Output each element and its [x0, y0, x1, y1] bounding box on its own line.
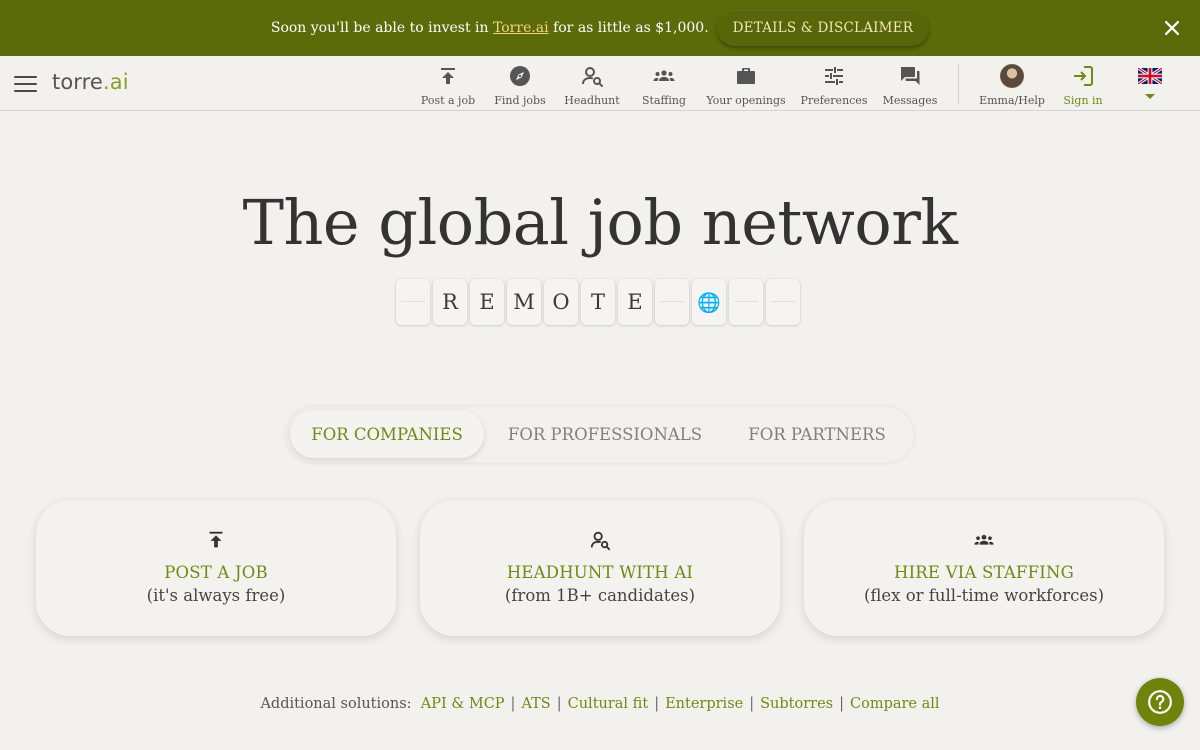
- letter-tile: O: [544, 279, 578, 325]
- person-search-icon: [582, 67, 603, 87]
- letter-tile: R: [433, 279, 467, 325]
- globe-tile: 🌐: [692, 279, 726, 325]
- tab-for-professionals[interactable]: FOR PROFESSIONALS: [500, 410, 710, 458]
- card-title: HEADHUNT WITH AI: [506, 563, 694, 582]
- letter-tile: [396, 279, 430, 325]
- nav-label: Messages: [882, 94, 938, 107]
- nav-messages[interactable]: Messages: [882, 56, 938, 111]
- link-ats[interactable]: ATS: [521, 696, 550, 712]
- tab-for-partners[interactable]: FOR PARTNERS: [725, 410, 909, 458]
- top-navigation: torre.ai Post a job Find jobs Headhunt S…: [0, 56, 1200, 111]
- uk-flag-icon: [1138, 68, 1162, 84]
- letter-tile: [729, 279, 763, 325]
- letter-tile: [655, 279, 689, 325]
- menu-icon[interactable]: [14, 76, 37, 92]
- help-button[interactable]: [1136, 678, 1184, 726]
- link-cultural-fit[interactable]: Cultural fit: [568, 696, 649, 712]
- remote-tiles: R E M O T E 🌐: [396, 279, 800, 325]
- headhunt-card[interactable]: HEADHUNT WITH AI (from 1B+ candidates): [420, 500, 780, 636]
- tab-for-companies[interactable]: FOR COMPANIES: [290, 410, 484, 458]
- nav-preferences[interactable]: Preferences: [800, 56, 868, 111]
- nav-staffing[interactable]: Staffing: [640, 56, 688, 111]
- nav-divider: [958, 64, 959, 104]
- additional-solutions: Additional solutions: API & MCP | ATS | Cult…: [0, 696, 1200, 712]
- logo-suffix: .ai: [102, 70, 129, 94]
- separator: |: [654, 696, 660, 712]
- chevron-down-icon: [1145, 94, 1155, 99]
- audience-tabs: FOR COMPANIES FOR PROFESSIONALS FOR PART…: [285, 405, 915, 463]
- chat-icon: [901, 67, 920, 85]
- nav-find-jobs[interactable]: Find jobs: [494, 56, 546, 111]
- post-job-card[interactable]: POST A JOB (it's always free): [36, 500, 396, 636]
- language-selector[interactable]: [1136, 56, 1164, 111]
- banner-text: Soon you'll be able to invest in Torre.a…: [271, 20, 709, 36]
- person-search-icon: [590, 531, 611, 551]
- letter-tile: [766, 279, 800, 325]
- letter-tile: E: [618, 279, 652, 325]
- globe-icon: 🌐: [697, 291, 721, 314]
- card-subtitle: (flex or full-time workforces): [863, 586, 1105, 605]
- hero-title: The global job network: [242, 186, 958, 259]
- card-subtitle: (it's always free): [146, 586, 286, 605]
- card-subtitle: (from 1B+ candidates): [504, 586, 696, 605]
- nav-label: Post a job: [420, 94, 476, 107]
- nav-label: Preferences: [800, 94, 868, 107]
- avatar: [1000, 64, 1024, 88]
- nav-label: Find jobs: [494, 94, 546, 107]
- nav-sign-in[interactable]: Sign in: [1060, 56, 1106, 111]
- close-icon[interactable]: [1162, 18, 1182, 38]
- banner-text-before: Soon you'll be able to invest in: [270, 20, 493, 36]
- upload-arrow-icon: [441, 68, 455, 84]
- separator: |: [510, 696, 516, 712]
- nav-headhunt[interactable]: Headhunt: [564, 56, 620, 111]
- separator: |: [556, 696, 562, 712]
- logo[interactable]: torre.ai: [52, 70, 129, 94]
- announcement-banner: Soon you'll be able to invest in Torre.a…: [0, 0, 1200, 56]
- help-icon: [1148, 690, 1172, 714]
- card-title: HIRE VIA STAFFING: [894, 563, 1074, 582]
- nav-label: Emma/Help: [979, 94, 1045, 107]
- login-icon: [1074, 66, 1093, 86]
- nav-label: Your openings: [706, 94, 786, 107]
- banner-link[interactable]: Torre.ai: [493, 20, 549, 36]
- letter-tile: M: [507, 279, 541, 325]
- logo-main: torre: [52, 70, 103, 94]
- link-enterprise[interactable]: Enterprise: [665, 696, 743, 712]
- group-icon: [974, 534, 994, 545]
- solutions-label: Additional solutions:: [260, 696, 412, 712]
- upload-arrow-icon: [209, 531, 223, 548]
- briefcase-icon: [737, 68, 755, 84]
- letter-tile: E: [470, 279, 504, 325]
- link-compare-all[interactable]: Compare all: [850, 696, 940, 712]
- link-api-mcp[interactable]: API & MCP: [421, 696, 505, 712]
- card-title: POST A JOB: [164, 563, 268, 582]
- nav-label: Sign in: [1063, 94, 1103, 107]
- compass-icon: [510, 66, 530, 86]
- letter-tile: T: [581, 279, 615, 325]
- staffing-card[interactable]: HIRE VIA STAFFING (flex or full-time wor…: [804, 500, 1164, 636]
- separator: |: [839, 696, 844, 712]
- nav-post-job[interactable]: Post a job: [420, 56, 476, 111]
- nav-label: Staffing: [642, 94, 686, 107]
- nav-emma-help[interactable]: Emma/Help: [979, 56, 1045, 111]
- nav-label: Headhunt: [564, 94, 620, 107]
- separator: |: [749, 696, 755, 712]
- nav-your-openings[interactable]: Your openings: [706, 56, 786, 111]
- details-disclaimer-button[interactable]: DETAILS & DISCLAIMER: [716, 10, 930, 46]
- group-icon: [653, 70, 675, 81]
- sliders-icon: [825, 67, 843, 85]
- link-subtorres[interactable]: Subtorres: [760, 696, 833, 712]
- banner-text-after: for as little as $1,000.: [548, 20, 709, 36]
